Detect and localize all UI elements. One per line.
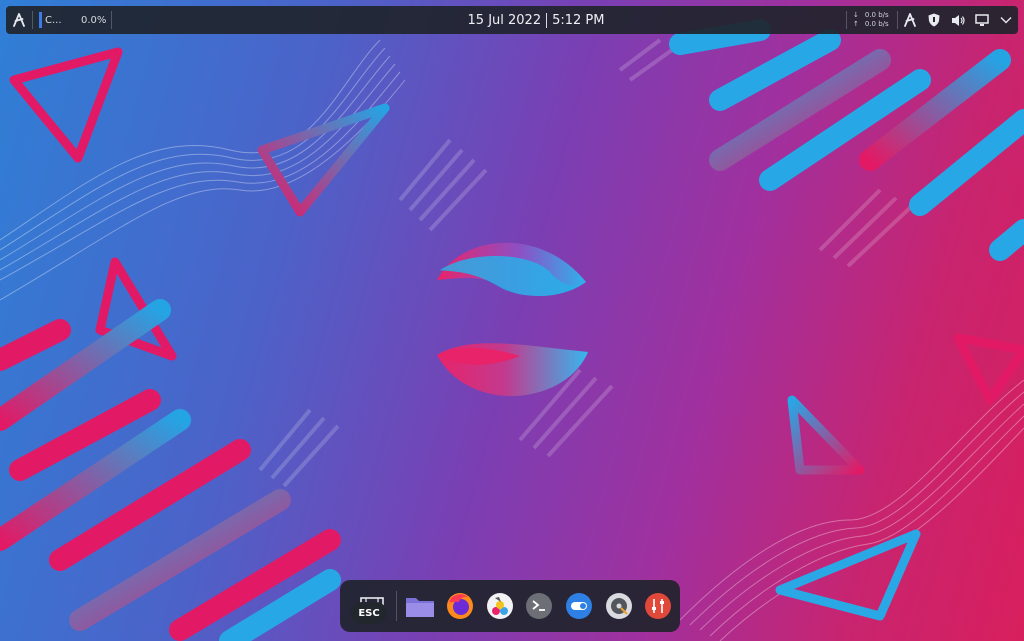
tray-volume-button[interactable] <box>946 6 970 34</box>
net-up-arrow: ↑ <box>853 20 859 28</box>
firefox-icon <box>447 593 474 619</box>
tray-expand-button[interactable] <box>994 6 1018 34</box>
digital-clock[interactable]: 15 Jul 2022 5:12 PM <box>356 6 716 34</box>
cpu-load-widget[interactable]: C... 0.0% <box>33 6 111 34</box>
launcher-icon <box>13 13 25 27</box>
toggle-icon <box>565 593 592 619</box>
tray-launcher-button[interactable] <box>898 6 922 34</box>
display-icon <box>975 13 989 26</box>
top-panel: C... 0.0% 15 Jul 2022 5:12 PM ↓ 0.0 b/s ↑… <box>6 6 1018 34</box>
dock-item-krita[interactable] <box>482 588 518 624</box>
wallpaper-art <box>0 19 1024 641</box>
distro-logo <box>437 242 588 397</box>
dock-item-firefox[interactable] <box>442 588 478 624</box>
clock-separator <box>546 12 548 28</box>
esc-hint-badge[interactable]: ESC <box>351 602 387 624</box>
tray-display-button[interactable] <box>970 6 994 34</box>
dock-item-terminal[interactable] <box>521 588 557 624</box>
tray-security-button[interactable] <box>922 6 946 34</box>
dock-item-settings[interactable] <box>561 588 597 624</box>
application-launcher-button[interactable] <box>6 6 32 34</box>
dock-item-mixer[interactable] <box>640 588 676 624</box>
net-down-value: 0.0 b/s <box>864 11 889 19</box>
dock-divider <box>395 591 397 621</box>
folder-icon <box>406 598 435 617</box>
shield-icon <box>928 13 940 27</box>
chevron-down-icon <box>1000 17 1012 24</box>
launcher-icon <box>904 13 916 27</box>
network-speed-widget[interactable]: ↓ 0.0 b/s ↑ 0.0 b/s <box>847 6 897 34</box>
volume-icon <box>951 14 965 26</box>
disk-icon <box>605 593 632 619</box>
system-tray: ↓ 0.0 b/s ↑ 0.0 b/s <box>846 6 1018 34</box>
krita-icon <box>486 593 513 619</box>
net-down-arrow: ↓ <box>853 11 859 19</box>
cpu-label: C... <box>45 14 62 26</box>
clock-date: 15 Jul 2022 <box>467 12 542 28</box>
dock-panel <box>340 580 680 632</box>
net-up-value: 0.0 b/s <box>864 20 889 28</box>
panel-divider <box>111 11 112 29</box>
desktop-wallpaper <box>0 0 1024 641</box>
cpu-value: 0.0% <box>81 14 107 26</box>
clock-time: 5:12 PM <box>552 12 605 28</box>
cpu-load-bar <box>39 12 42 28</box>
terminal-icon <box>526 593 553 619</box>
sliders-icon <box>645 593 672 619</box>
dock-item-disk[interactable] <box>601 588 637 624</box>
dock-item-files[interactable] <box>403 588 439 624</box>
